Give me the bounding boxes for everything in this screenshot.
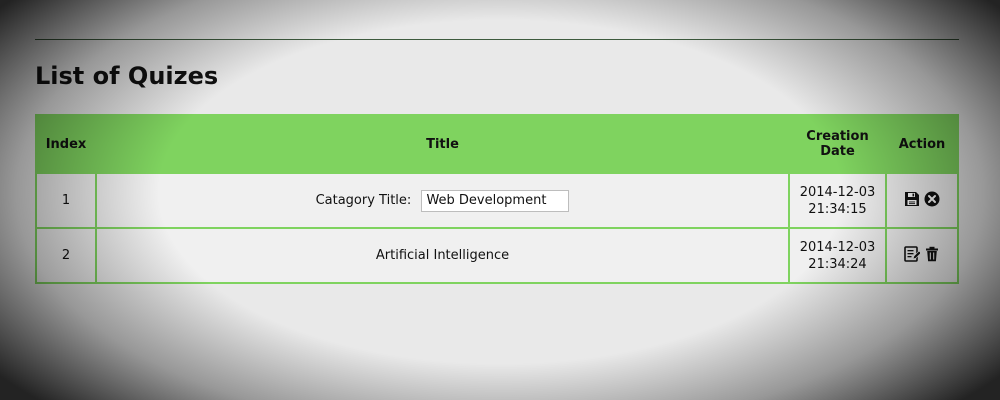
column-header-creation-date: Creation Date [788, 114, 887, 174]
row-title-cell: Catagory Title: [95, 172, 790, 229]
row-actions [885, 227, 959, 284]
creation-time: 21:34:24 [808, 256, 867, 272]
category-title-label: Catagory Title: [315, 193, 412, 208]
row-creation-date: 2014-12-03 21:34:24 [788, 227, 887, 284]
row-index: 2 [35, 227, 97, 284]
column-header-index: Index [35, 114, 97, 174]
row-actions [885, 172, 959, 229]
page-title: List of Quizes [35, 62, 219, 90]
quiz-table: Index Title Creation Date Action 1 Catag… [35, 114, 959, 284]
category-title-input[interactable] [421, 189, 570, 212]
table-row: 2 Artificial Intelligence 2014-12-03 21:… [35, 227, 959, 284]
creation-date: 2014-12-03 [799, 239, 876, 255]
column-header-action: Action [885, 114, 959, 174]
row-title: Artificial Intelligence [95, 227, 790, 284]
creation-time: 21:34:15 [808, 201, 867, 217]
row-creation-date: 2014-12-03 21:34:15 [788, 172, 887, 229]
save-icon[interactable] [904, 191, 920, 207]
table-row: 1 Catagory Title: 2014-12-03 21:34:15 [35, 172, 959, 229]
column-header-title: Title [95, 114, 790, 174]
header-divider [35, 39, 959, 40]
row-index: 1 [35, 172, 97, 229]
cancel-icon[interactable] [924, 191, 940, 207]
creation-date: 2014-12-03 [799, 184, 876, 200]
table-header-row: Index Title Creation Date Action [35, 114, 959, 174]
delete-icon[interactable] [924, 246, 940, 262]
edit-icon[interactable] [904, 245, 920, 262]
